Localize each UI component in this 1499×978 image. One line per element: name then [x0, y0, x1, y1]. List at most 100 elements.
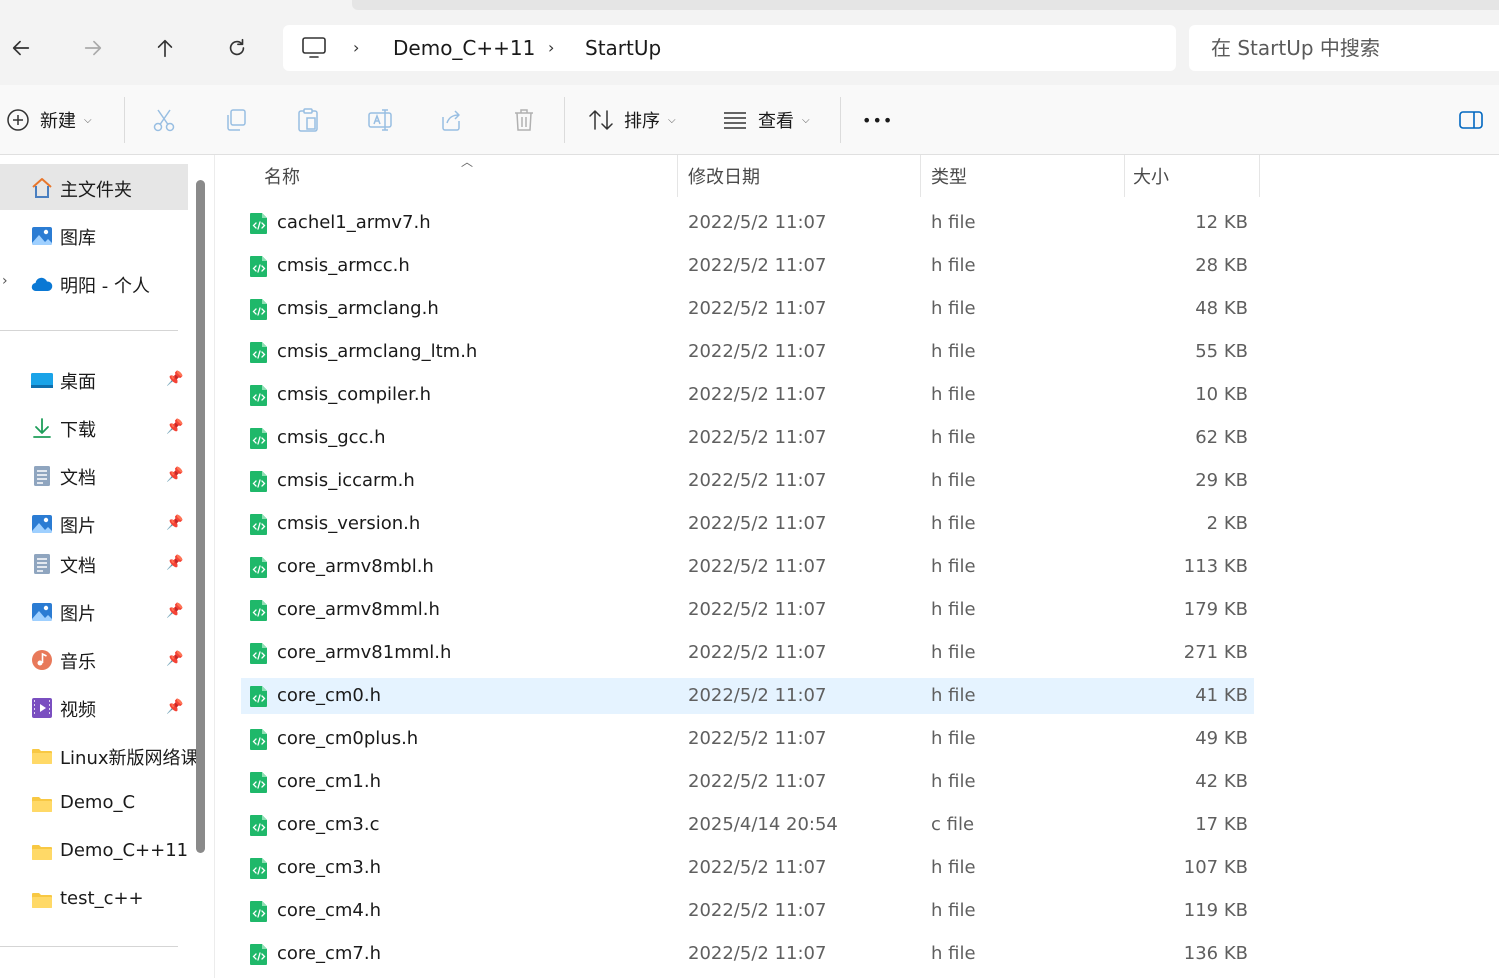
file-type: c file	[931, 814, 975, 835]
file-row[interactable]: cmsis_armclang_ltm.h 2022/5/2 11:07 h file…	[241, 334, 1254, 370]
sidebar-item-documents-2[interactable]: 文档 📌	[0, 540, 190, 586]
breadcrumb[interactable]: › Demo_C++11 › StartUp	[283, 25, 1176, 71]
pin-icon[interactable]: 📌	[166, 651, 183, 667]
column-divider[interactable]	[677, 155, 678, 197]
forward-button[interactable]	[75, 30, 111, 66]
sort-ascending-icon: ︿	[461, 155, 474, 169]
sidebar-item-desktop[interactable]: 桌面 📌	[0, 356, 190, 402]
breadcrumb-item[interactable]: Demo_C++11	[393, 36, 535, 60]
pin-icon[interactable]: 📌	[166, 603, 183, 619]
column-divider[interactable]	[1124, 155, 1125, 197]
sidebar-item-folder[interactable]: Demo_C++11	[0, 828, 190, 874]
file-row[interactable]: core_cm7.h 2022/5/2 11:07 h file 136 KB	[241, 936, 1254, 972]
sidebar-item-folder[interactable]: Linux新版网络课	[0, 732, 199, 778]
file-row[interactable]: core_cm3.h 2022/5/2 11:07 h file 107 KB	[241, 850, 1254, 886]
file-row[interactable]: cmsis_version.h 2022/5/2 11:07 h file 2 KB	[241, 506, 1254, 542]
sidebar-item-folder[interactable]: test_c++	[0, 876, 190, 922]
sidebar-item-folder[interactable]: Demo_C	[0, 780, 190, 826]
file-row[interactable]: core_cm0.h 2022/5/2 11:07 h file 41 KB	[241, 678, 1254, 714]
column-label: 修改日期	[688, 167, 760, 188]
file-row[interactable]: cmsis_iccarm.h 2022/5/2 11:07 h file 29 KB	[241, 463, 1254, 499]
more-options-button[interactable]: •••	[862, 103, 893, 137]
sort-button[interactable]: 排序 ⌵	[588, 103, 676, 137]
pin-icon[interactable]: 📌	[166, 467, 183, 483]
copy-icon	[227, 109, 246, 131]
file-row[interactable]: core_cm1.h 2022/5/2 11:07 h file 42 KB	[241, 764, 1254, 800]
file-row[interactable]: core_armv8mbl.h 2022/5/2 11:07 h file 113 K…	[241, 549, 1254, 585]
sidebar-scrollbar[interactable]	[196, 180, 205, 853]
sidebar-item-documents[interactable]: 文档 📌	[0, 452, 190, 498]
search-box[interactable]	[1189, 25, 1499, 71]
sidebar-item-label: Demo_C++11	[60, 840, 189, 861]
clipboard-icon	[298, 108, 318, 132]
file-row[interactable]: core_armv8mml.h 2022/5/2 11:07 h file 179 K…	[241, 592, 1254, 628]
column-divider[interactable]	[1259, 155, 1260, 197]
file-row[interactable]: core_cm0plus.h 2022/5/2 11:07 h file 49 KB	[241, 721, 1254, 757]
column-divider[interactable]	[920, 155, 921, 197]
refresh-button[interactable]	[219, 30, 255, 66]
file-date: 2022/5/2 11:07	[688, 771, 827, 792]
sidebar-item-music[interactable]: 音乐 📌	[0, 636, 190, 682]
file-size: 29 KB	[1195, 470, 1248, 491]
pin-icon[interactable]: 📌	[166, 371, 183, 387]
sidebar-item-downloads[interactable]: 下载 📌	[0, 404, 190, 450]
file-date: 2022/5/2 11:07	[688, 341, 827, 362]
file-size: 17 KB	[1195, 814, 1248, 835]
search-input[interactable]	[1189, 25, 1499, 71]
breadcrumb-item-current[interactable]: StartUp	[585, 36, 661, 60]
column-header-size[interactable]: 大小	[1133, 155, 1253, 197]
column-label: 类型	[931, 167, 967, 188]
pin-icon[interactable]: 📌	[166, 515, 183, 531]
pane-divider[interactable]	[214, 155, 215, 978]
sidebar-item-onedrive[interactable]: › 明阳 - 个人	[0, 260, 190, 306]
cut-button[interactable]	[151, 103, 177, 137]
file-row[interactable]: cmsis_armclang.h 2022/5/2 11:07 h file 48 K…	[241, 291, 1254, 327]
file-row[interactable]: core_cm3.c 2025/4/14 20:54 c file 17 KB	[241, 807, 1254, 843]
sidebar-item-videos[interactable]: 视频 📌	[0, 684, 190, 730]
details-pane-icon	[1459, 111, 1483, 129]
rename-button[interactable]	[367, 103, 393, 137]
divider	[0, 330, 178, 331]
file-size: 28 KB	[1195, 255, 1248, 276]
pin-icon[interactable]: 📌	[166, 419, 183, 435]
file-row[interactable]: cmsis_gcc.h 2022/5/2 11:07 h file 62 KB	[241, 420, 1254, 456]
column-label: 名称	[264, 167, 300, 188]
file-row[interactable]: core_cm4.h 2022/5/2 11:07 h file 119 KB	[241, 893, 1254, 929]
sidebar-item-home[interactable]: 主文件夹	[0, 164, 188, 210]
up-button[interactable]	[147, 30, 183, 66]
sidebar-item-gallery[interactable]: 图库	[0, 212, 190, 258]
share-button[interactable]	[439, 103, 465, 137]
file-name: cachel1_armv7.h	[277, 212, 431, 233]
details-pane-button[interactable]	[1458, 103, 1484, 137]
folder-icon	[32, 893, 52, 908]
more-icon: •••	[862, 110, 894, 130]
file-type: h file	[931, 427, 976, 448]
copy-button[interactable]	[223, 103, 249, 137]
arrow-right-icon	[84, 40, 102, 56]
delete-button[interactable]	[511, 103, 537, 137]
column-header-type[interactable]: 类型	[931, 155, 1121, 197]
file-row[interactable]: cmsis_armcc.h 2022/5/2 11:07 h file 28 KB	[241, 248, 1254, 284]
back-button[interactable]	[3, 30, 39, 66]
file-date: 2022/5/2 11:07	[688, 212, 827, 233]
divider	[0, 946, 178, 947]
view-button[interactable]: 查看 ⌵	[722, 103, 810, 137]
file-name: core_armv8mbl.h	[277, 556, 434, 577]
file-row[interactable]: cmsis_compiler.h 2022/5/2 11:07 h file 10 K…	[241, 377, 1254, 413]
file-type: h file	[931, 556, 976, 577]
chevron-right-icon[interactable]: ›	[2, 273, 8, 289]
paste-button[interactable]	[295, 103, 321, 137]
chevron-right-icon[interactable]: ›	[548, 38, 554, 57]
file-size: 179 KB	[1183, 599, 1248, 620]
chevron-right-icon[interactable]: ›	[353, 38, 359, 57]
file-name: core_cm1.h	[277, 771, 382, 792]
sidebar-item-pictures-2[interactable]: 图片 📌	[0, 588, 190, 634]
file-list: 名称 ︿ 修改日期 类型 大小 cachel1_armv7.h 2022/5/2 …	[216, 155, 1499, 978]
file-row[interactable]: cachel1_armv7.h 2022/5/2 11:07 h file 12 KB	[241, 205, 1254, 241]
file-row[interactable]: core_armv81mml.h 2022/5/2 11:07 h file 271 …	[241, 635, 1254, 671]
pin-icon[interactable]: 📌	[166, 699, 183, 715]
file-type: h file	[931, 599, 976, 620]
pin-icon[interactable]: 📌	[166, 555, 183, 571]
column-header-date[interactable]: 修改日期	[688, 155, 918, 197]
new-button[interactable]: 新建 ⌵	[6, 103, 92, 137]
